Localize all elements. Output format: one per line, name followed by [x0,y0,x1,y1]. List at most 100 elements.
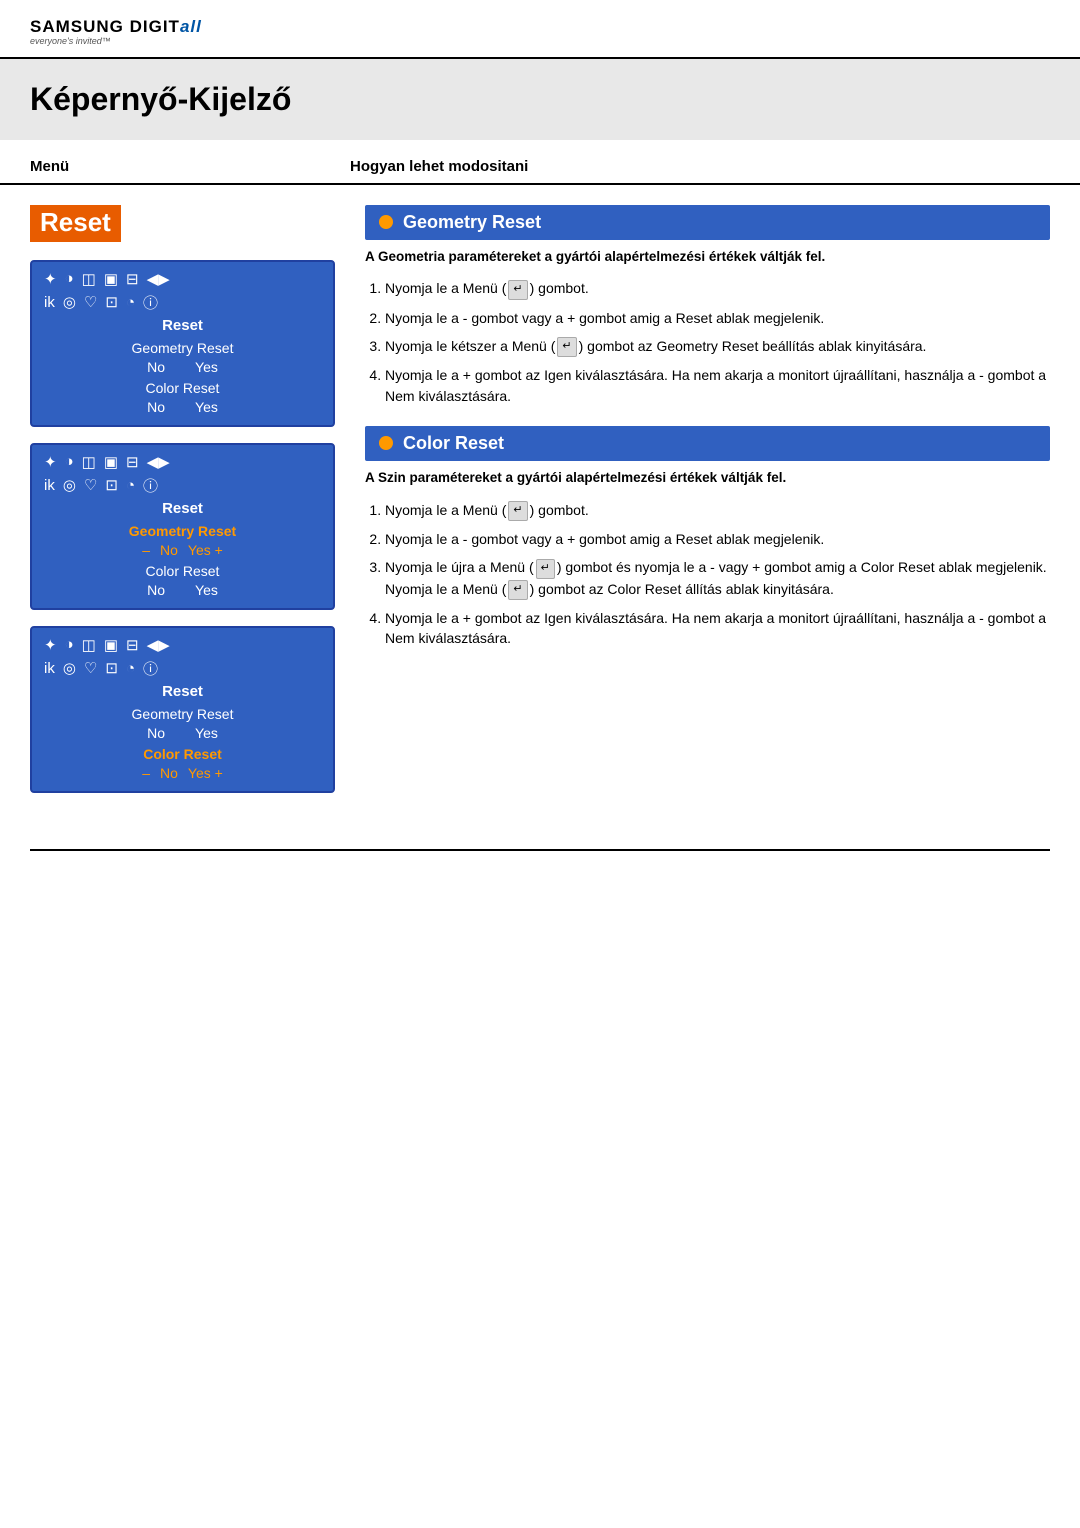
osd-icon-contrast: ◑ [65,270,74,287]
osd-icons-row-2: ik ◎ ♡ ⊡ ◔ ⓘ [44,292,321,313]
osd-icon-heart-3: ♡ [84,659,97,677]
page-title-area: Képernyő-Kijelző [0,59,1080,140]
reset-label: Reset [30,205,121,242]
osd-color-yes-1: Yes [195,399,218,415]
menu-icon-2: ↵ [557,337,576,357]
osd-icon-size: ◫ [82,270,96,288]
osd-icon-person-2: ik [44,477,55,494]
osd-no-3: No [147,725,165,741]
color-step-2: Nyomja le a - gombot vagy a + gombot ami… [385,529,1050,549]
osd-icon-contrast-3: ◑ [65,636,74,653]
osd-icon-clock: ◔ [126,294,135,311]
osd-no-2: No [160,542,178,558]
osd-icon-position-3: ▣ [104,636,118,654]
osd-icon-nav-3: ◀▶ [147,636,170,654]
osd-icon-person: ik [44,294,55,311]
osd-color-label-1: Color Reset [44,380,321,396]
tagline: everyone's invited™ [30,37,1050,47]
geometry-reset-section-header: Geometry Reset [365,205,1050,240]
osd-icon-brightness: ✦ [44,270,57,288]
osd-icon-color-2: ◎ [63,476,76,494]
geometry-reset-steps: Nyomja le a Menü (↵) gombot. Nyomja le a… [365,278,1050,405]
osd-icon-size-2: ◫ [82,453,96,471]
osd-icon-grid: ⊡ [105,293,118,311]
osd-icon-clock-3: ◔ [126,660,135,677]
color-step-3: Nyomja le újra a Menü (↵) gombot és nyom… [385,557,1050,600]
osd-icon-heart: ♡ [84,293,97,311]
osd-icons-row-1: ✦ ◑ ◫ ▣ ⊟ ◀▶ [44,270,321,288]
osd-geometry-label-2: Geometry Reset [44,523,321,539]
osd-color-minus-3: – [142,765,150,781]
column-headers: Menü Hogyan lehet modositani [0,140,1080,185]
color-step-1: Nyomja le a Menü (↵) gombot. [385,500,1050,521]
osd-color-yes-3: Yes + [188,765,223,781]
osd-color-no-2: No [147,582,165,598]
osd-color-yes-2: Yes [195,582,218,598]
osd-icon-brightness-2: ✦ [44,453,57,471]
geometry-step-2: Nyomja le a - gombot vagy a + gombot ami… [385,308,1050,328]
osd-color-label-2: Color Reset [44,563,321,579]
osd-color-no-3: No [160,765,178,781]
footer-line [30,849,1050,859]
menu-icon-3: ↵ [508,501,527,521]
osd-geometry-sel-row-2: – No Yes + [44,542,321,558]
osd-icon-color: ◎ [63,293,76,311]
osd-icon-nav-2: ◀▶ [147,453,170,471]
menu-icon-5: ↵ [508,580,527,600]
left-column: Reset ✦ ◑ ◫ ▣ ⊟ ◀▶ ik ◎ ♡ ⊡ ◔ ⓘ Reset Ge… [30,205,335,809]
osd-yes-2: Yes + [188,542,223,558]
osd-reset-title-2: Reset [44,500,321,517]
main-content: Reset ✦ ◑ ◫ ▣ ⊟ ◀▶ ik ◎ ♡ ⊡ ◔ ⓘ Reset Ge… [0,185,1080,829]
osd-icon-info-2: ⓘ [143,475,158,496]
col-how-label: Hogyan lehet modositani [350,158,528,175]
osd-icon-info-3: ⓘ [143,658,158,679]
osd-yes-3: Yes [195,725,218,741]
osd-icon-save-2: ⊟ [126,453,139,471]
color-dot [379,436,393,450]
page-title: Képernyő-Kijelző [30,81,1050,118]
osd-icon-color-3: ◎ [63,659,76,677]
color-step-4: Nyomja le a + gombot az Igen kiválasztás… [385,608,1050,649]
osd-reset-title-3: Reset [44,683,321,700]
menu-icon-4: ↵ [536,559,555,579]
color-reset-title: Color Reset [403,433,504,454]
osd-icon-brightness-3: ✦ [44,636,57,654]
osd-icon-clock-2: ◔ [126,477,135,494]
osd-icons-row-5: ✦ ◑ ◫ ▣ ⊟ ◀▶ [44,636,321,654]
osd-icon-nav: ◀▶ [147,270,170,288]
header: SAMSUNG DIGITall everyone's invited™ [0,0,1080,59]
osd-minus-2: – [142,542,150,558]
osd-reset-title-1: Reset [44,317,321,334]
osd-icon-contrast-2: ◑ [65,453,74,470]
osd-geometry-values-1: No Yes [44,359,321,375]
osd-icon-save-3: ⊟ [126,636,139,654]
osd-icons-row-6: ik ◎ ♡ ⊡ ◔ ⓘ [44,658,321,679]
osd-color-label-3: Color Reset [44,746,321,762]
osd-color-values-1: No Yes [44,399,321,415]
brand-name: SAMSUNG DIGITall [30,18,1050,37]
osd-icons-row-3: ✦ ◑ ◫ ▣ ⊟ ◀▶ [44,453,321,471]
osd-no-1: No [147,359,165,375]
osd-geometry-values-3: No Yes [44,725,321,741]
osd-icon-save: ⊟ [126,270,139,288]
osd-icon-person-3: ik [44,660,55,677]
osd-color-values-2: No Yes [44,582,321,598]
right-column: Geometry Reset A Geometria paramétereket… [365,205,1050,809]
menu-icon-1: ↵ [508,280,527,300]
osd-geometry-label-1: Geometry Reset [44,340,321,356]
color-reset-description: A Szin paramétereket a gyártói alapértel… [365,469,1050,488]
geometry-dot [379,215,393,229]
osd-geometry-label-3: Geometry Reset [44,706,321,722]
geometry-step-4: Nyomja le a + gombot az Igen kiválasztás… [385,365,1050,406]
osd-color-no-1: No [147,399,165,415]
geometry-reset-title: Geometry Reset [403,212,541,233]
samsung-logo: SAMSUNG DIGITall everyone's invited™ [30,18,1050,47]
geometry-reset-description: A Geometria paramétereket a gyártói alap… [365,248,1050,267]
brand-all: all [180,17,202,36]
osd-icon-grid-2: ⊡ [105,476,118,494]
col-menu-label: Menü [30,158,350,175]
geometry-step-1: Nyomja le a Menü (↵) gombot. [385,278,1050,299]
osd-box-3: ✦ ◑ ◫ ▣ ⊟ ◀▶ ik ◎ ♡ ⊡ ◔ ⓘ Reset Geometry… [30,626,335,793]
color-reset-steps: Nyomja le a Menü (↵) gombot. Nyomja le a… [365,500,1050,649]
osd-icon-heart-2: ♡ [84,476,97,494]
